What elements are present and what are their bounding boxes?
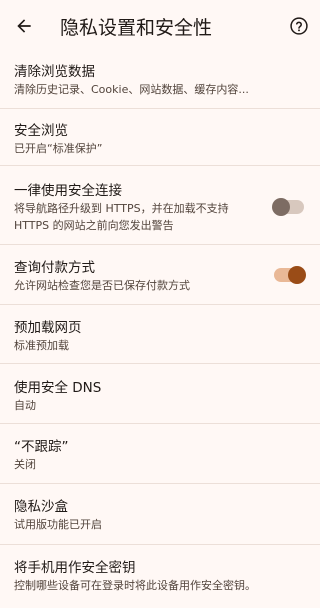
help-icon[interactable]	[288, 15, 310, 37]
item-subtitle: 允许网站检查您是否已保存付款方式	[14, 279, 190, 292]
list-item-do-not-track[interactable]: “不跟踪” 关闭	[0, 424, 320, 484]
item-subtitle: 清除历史记录、Cookie、网站数据、缓存内容...	[14, 83, 249, 96]
toggle-thumb	[272, 198, 290, 216]
payment-methods-toggle[interactable]	[274, 266, 306, 284]
item-subtitle: 标准预加载	[14, 339, 69, 352]
item-title: 查询付款方式	[14, 260, 95, 276]
item-title: “不跟踪”	[14, 439, 69, 455]
list-item-payment-methods[interactable]: 查询付款方式 允许网站检查您是否已保存付款方式	[0, 245, 320, 305]
toggle-thumb	[288, 266, 306, 284]
item-title: 安全浏览	[14, 123, 68, 139]
settings-list: 清除浏览数据 清除历史记录、Cookie、网站数据、缓存内容... 安全浏览 已…	[0, 52, 320, 608]
item-title: 清除浏览数据	[14, 64, 95, 80]
list-item-safe-browsing[interactable]: 安全浏览 已开启“标准保护”	[0, 109, 320, 166]
https-toggle[interactable]	[272, 198, 304, 216]
item-subtitle-line-1: 将导航路径升级到 HTTPS，并在加载不支持	[14, 202, 229, 215]
item-title: 一律使用安全连接	[14, 183, 122, 199]
item-subtitle-line-2: HTTPS 的网站之前向您发出警告	[14, 219, 174, 232]
list-item-preload-pages[interactable]: 预加载网页 标准预加载	[0, 305, 320, 364]
item-subtitle: 已开启“标准保护”	[14, 142, 103, 155]
list-item-secure-dns[interactable]: 使用安全 DNS 自动	[0, 364, 320, 424]
list-item-clear-browsing-data[interactable]: 清除浏览数据 清除历史记录、Cookie、网站数据、缓存内容...	[0, 52, 320, 109]
item-subtitle: 自动	[14, 399, 36, 412]
item-title: 隐私沙盒	[14, 499, 68, 515]
list-item-privacy-sandbox[interactable]: 隐私沙盒 试用版功能已开启	[0, 484, 320, 545]
item-subtitle: 关闭	[14, 458, 36, 471]
page-title: 隐私设置和安全性	[60, 17, 213, 39]
app-bar: 隐私设置和安全性	[0, 0, 320, 52]
list-item-always-secure-connection[interactable]: 一律使用安全连接 将导航路径升级到 HTTPS，并在加载不支持 HTTPS 的网…	[0, 166, 320, 245]
item-subtitle: 控制哪些设备可在登录时将此设备用作安全密钥。	[14, 579, 256, 592]
item-subtitle: 试用版功能已开启	[14, 518, 102, 531]
item-title: 预加载网页	[14, 320, 82, 336]
list-item-phone-security-key[interactable]: 将手机用作安全密钥 控制哪些设备可在登录时将此设备用作安全密钥。	[0, 545, 320, 608]
item-title: 将手机用作安全密钥	[14, 560, 136, 576]
item-title: 使用安全 DNS	[14, 380, 102, 396]
back-arrow-icon[interactable]	[12, 14, 36, 38]
